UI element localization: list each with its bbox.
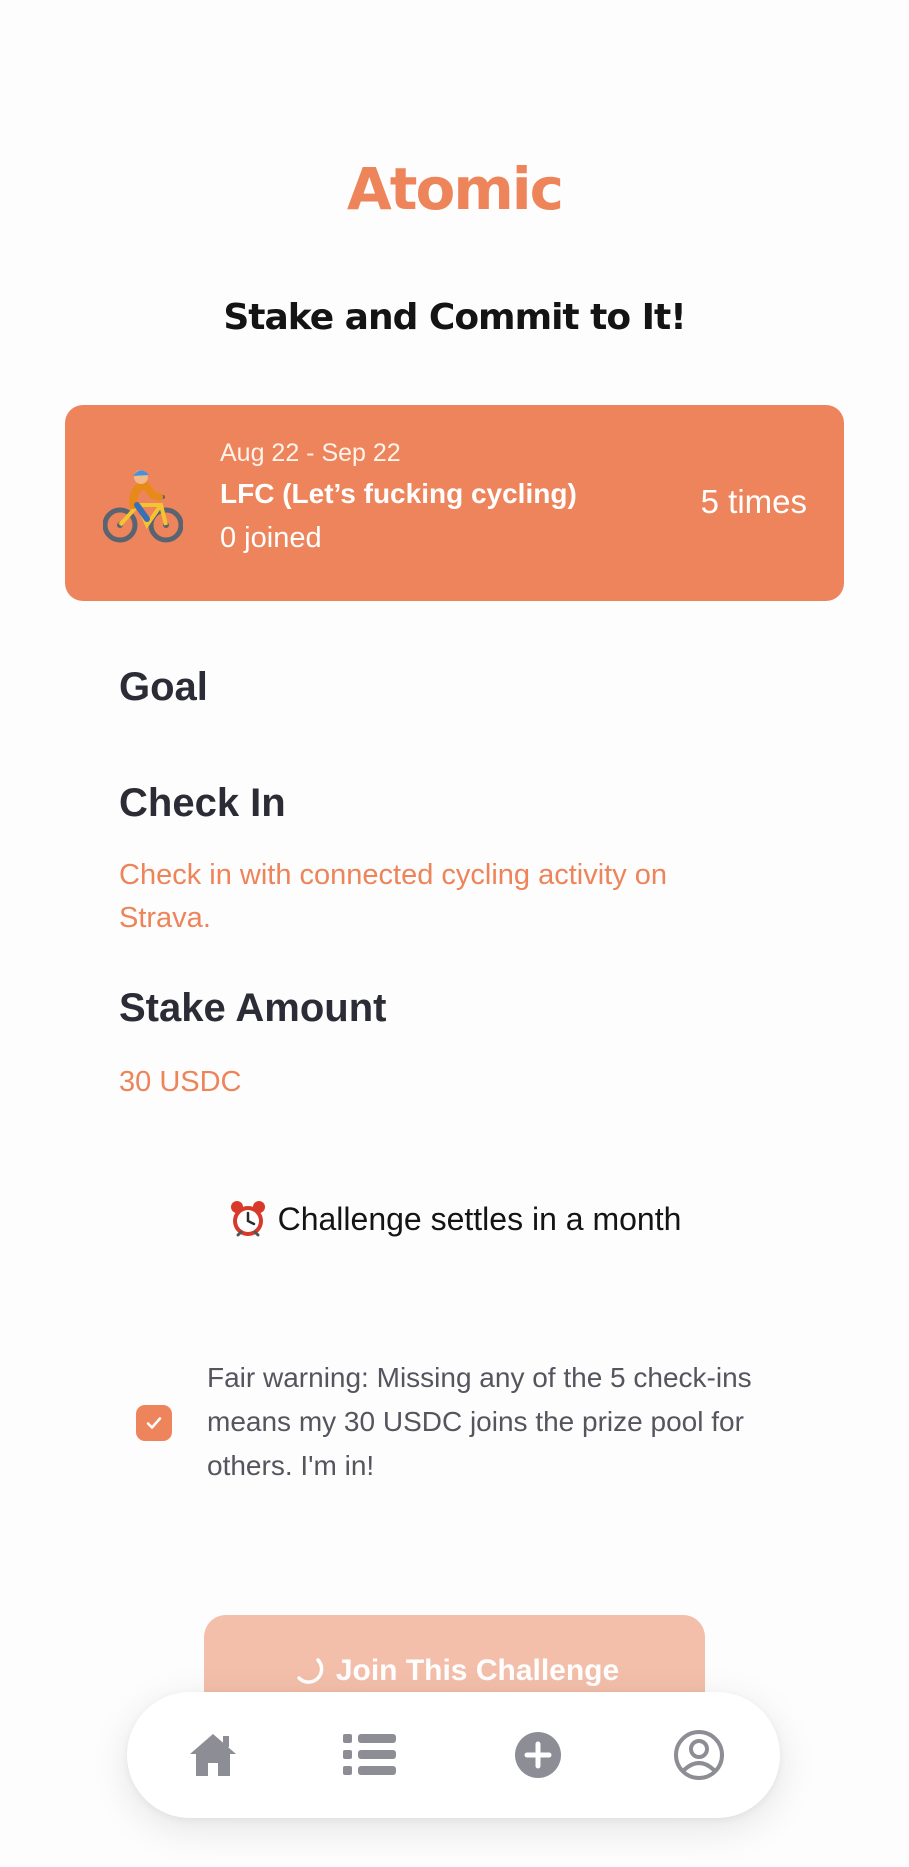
bottom-tab-bar — [127, 1692, 780, 1818]
tagline: Stake and Commit to It! — [223, 297, 686, 338]
stake-amount-value: 30 USDC — [119, 1066, 242, 1098]
challenge-joined-count: 0 joined — [220, 522, 322, 554]
challenge-name: LFC (Let’s fucking cycling) — [220, 478, 577, 509]
alarm-clock-icon — [228, 1199, 268, 1244]
check-in-text: Check in with connected cycling activity… — [119, 859, 668, 934]
app-title: Atomic — [346, 155, 564, 223]
loading-spinner-icon — [290, 1650, 324, 1692]
checkmark-icon — [146, 1417, 162, 1429]
challenge-dates: Aug 22 - Sep 22 — [220, 439, 401, 467]
profile-icon[interactable] — [672, 1728, 726, 1782]
agreement-checkbox[interactable] — [136, 1405, 172, 1441]
settle-notice: Challenge settles in a month — [0, 1199, 909, 1244]
check-in-heading: Check In — [119, 781, 286, 825]
join-button-label: Join This Challenge — [335, 1654, 620, 1687]
list-icon[interactable] — [341, 1728, 396, 1782]
challenge-frequency: 5 times — [700, 483, 807, 520]
plus-circle-icon[interactable] — [511, 1728, 565, 1782]
settle-text: Challenge settles in a month — [277, 1200, 682, 1237]
challenge-card[interactable]: Aug 22 - Sep 22 LFC (Let’s fucking cycli… — [65, 405, 844, 601]
agreement-text: Fair warning: Missing any of the 5 check… — [207, 1362, 752, 1481]
person-biking-icon — [102, 465, 184, 545]
stake-amount-heading: Stake Amount — [119, 986, 387, 1030]
goal-heading: Goal — [119, 665, 208, 709]
home-icon[interactable] — [186, 1728, 240, 1782]
